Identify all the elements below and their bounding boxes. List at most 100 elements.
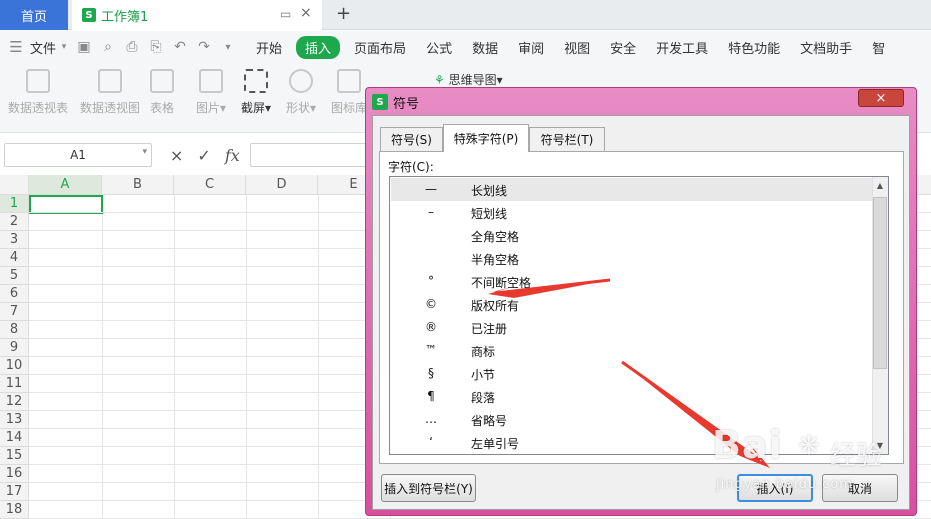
column-header[interactable]: A (29, 175, 102, 195)
menu-item[interactable]: 智 (862, 38, 895, 57)
mindmap-button[interactable]: ⚘ 思维导图▾ (434, 71, 503, 88)
icon-library-button[interactable]: 图标库 (331, 69, 367, 116)
menu-item[interactable]: 插入 (296, 35, 341, 59)
menu-item[interactable]: 开始 (246, 38, 292, 57)
formula-input[interactable] (250, 143, 370, 167)
character-symbol: § (428, 366, 434, 380)
row-header[interactable]: 17 (0, 483, 29, 501)
row-header[interactable]: 16 (0, 465, 29, 483)
row-header[interactable]: 2 (0, 213, 29, 231)
picture-button[interactable]: 图片▾ (196, 69, 226, 116)
fx-icon[interactable]: fx (225, 146, 240, 165)
new-tab-button[interactable]: + (336, 3, 351, 24)
customize-toolbar-icon[interactable]: ▾ (220, 39, 236, 55)
tab-home[interactable]: 首页 (0, 0, 68, 30)
table-icon (150, 69, 174, 93)
character-list[interactable]: — 长划线 – 短划线全角空格半角空格 ° 不间断空格 © 版权所有 ® 已注册 ™ 商标 § 小节 ¶ 段落… (389, 176, 889, 455)
undo-icon[interactable]: ↶ (172, 39, 188, 55)
character-symbol: … (425, 412, 437, 426)
wps-logo-icon: S (372, 94, 388, 110)
menu-item[interactable]: 文档助手 (790, 38, 862, 57)
character-name: 段落 (471, 391, 496, 405)
row-header[interactable]: 5 (0, 267, 29, 285)
menu-item[interactable]: 安全 (600, 38, 646, 57)
table-button[interactable]: 表格 (150, 69, 174, 116)
print-icon[interactable]: ⎙ (124, 39, 140, 55)
confirm-icon[interactable]: ✓ (197, 146, 210, 165)
row-header[interactable]: 14 (0, 429, 29, 447)
row-header[interactable]: 11 (0, 375, 29, 393)
character-list-item[interactable]: ™ 商标 (391, 339, 873, 362)
column-header[interactable]: C (174, 175, 246, 195)
menu-item[interactable]: 审阅 (508, 38, 554, 57)
pivot-chart-button[interactable]: 数据透视图 (80, 69, 140, 116)
format-painter-icon[interactable]: ⌕ (100, 39, 116, 55)
column-header[interactable]: D (246, 175, 318, 195)
character-list-item[interactable]: 半角空格 (391, 247, 873, 270)
print-preview-icon[interactable]: ⎘ (148, 39, 164, 55)
cancel-icon[interactable]: × (170, 146, 183, 165)
insert-to-symbol-bar-button[interactable]: 插入到符号栏(Y) (381, 474, 476, 502)
character-symbol: — (425, 182, 437, 196)
hamburger-menu-icon[interactable]: ☰ (8, 38, 24, 56)
row-header[interactable]: 8 (0, 321, 29, 339)
character-list-item[interactable]: – 短划线 (391, 201, 873, 224)
character-list-item[interactable]: 全角空格 (391, 224, 873, 247)
character-list-item[interactable]: ® 已注册 (391, 316, 873, 339)
row-header[interactable]: 3 (0, 231, 29, 249)
character-symbol: © (425, 297, 437, 311)
character-list-item[interactable]: § 小节 (391, 362, 873, 385)
dialog-close-button[interactable]: × (858, 89, 904, 107)
menu-item[interactable]: 公式 (416, 38, 462, 57)
menu-item[interactable]: 开发工具 (646, 38, 718, 57)
row-header[interactable]: 12 (0, 393, 29, 411)
name-box[interactable]: A1 ▾ (4, 143, 152, 167)
character-list-item[interactable]: … 省略号 (391, 408, 873, 431)
screenshot-button[interactable]: 截屏▾ (241, 69, 271, 116)
tab-workbook[interactable]: S 工作簿1 ▭ × (72, 0, 322, 30)
row-header[interactable]: 10 (0, 357, 29, 375)
redo-icon[interactable]: ↷ (196, 39, 212, 55)
row-header[interactable]: 1 (0, 195, 29, 213)
menu-item[interactable]: 视图 (554, 38, 600, 57)
scroll-down-icon[interactable]: ▼ (874, 440, 886, 452)
pivot-table-button[interactable]: 数据透视表 (8, 69, 68, 116)
row-header[interactable]: 15 (0, 447, 29, 465)
menu-item[interactable]: 数据 (462, 38, 508, 57)
insert-button[interactable]: 插入(I) (737, 474, 813, 502)
row-header[interactable]: 13 (0, 411, 29, 429)
tab-special-characters[interactable]: 特殊字符(P) (443, 124, 529, 152)
formula-controls: × ✓ fx (170, 143, 240, 167)
character-list-item[interactable]: ° 不间断空格 (391, 270, 873, 293)
tab-symbols[interactable]: 符号(S) (380, 127, 443, 151)
scrollbar-thumb[interactable] (873, 197, 887, 369)
menu-item[interactable]: 特色功能 (718, 38, 790, 57)
dialog-title-bar: S 符号 (372, 92, 419, 112)
shape-button[interactable]: 形状▾ (286, 69, 316, 116)
scroll-up-icon[interactable]: ▲ (874, 180, 886, 192)
close-tab-icon[interactable]: × (300, 5, 312, 21)
monitor-icon[interactable]: ▭ (280, 7, 291, 21)
row-header[interactable]: 9 (0, 339, 29, 357)
character-name: 全角空格 (471, 230, 520, 244)
character-name: 小节 (471, 368, 496, 382)
character-symbol: ‘ (429, 435, 433, 449)
tab-symbol-bar[interactable]: 符号栏(T) (529, 127, 605, 151)
character-list-item[interactable]: © 版权所有 (391, 293, 873, 316)
character-list-item[interactable]: ‘ 左单引号 (391, 431, 873, 454)
row-header[interactable]: 4 (0, 249, 29, 267)
column-header[interactable]: B (102, 175, 174, 195)
row-header[interactable]: 7 (0, 303, 29, 321)
character-list-item[interactable]: — 长划线 (391, 178, 873, 201)
select-all-corner[interactable] (0, 175, 29, 195)
character-name: 已注册 (471, 322, 508, 336)
row-header[interactable]: 6 (0, 285, 29, 303)
name-box-dropdown-icon[interactable]: ▾ (142, 147, 147, 157)
menu-item[interactable]: 页面布局 (344, 38, 416, 57)
cancel-button[interactable]: 取消 (822, 474, 898, 502)
character-list-item[interactable]: ¶ 段落 (391, 385, 873, 408)
save-icon[interactable]: ▣ (76, 39, 92, 55)
chevron-down-icon[interactable]: ▾ (60, 39, 68, 55)
row-header[interactable]: 18 (0, 501, 29, 519)
character-symbol: – (428, 205, 434, 219)
